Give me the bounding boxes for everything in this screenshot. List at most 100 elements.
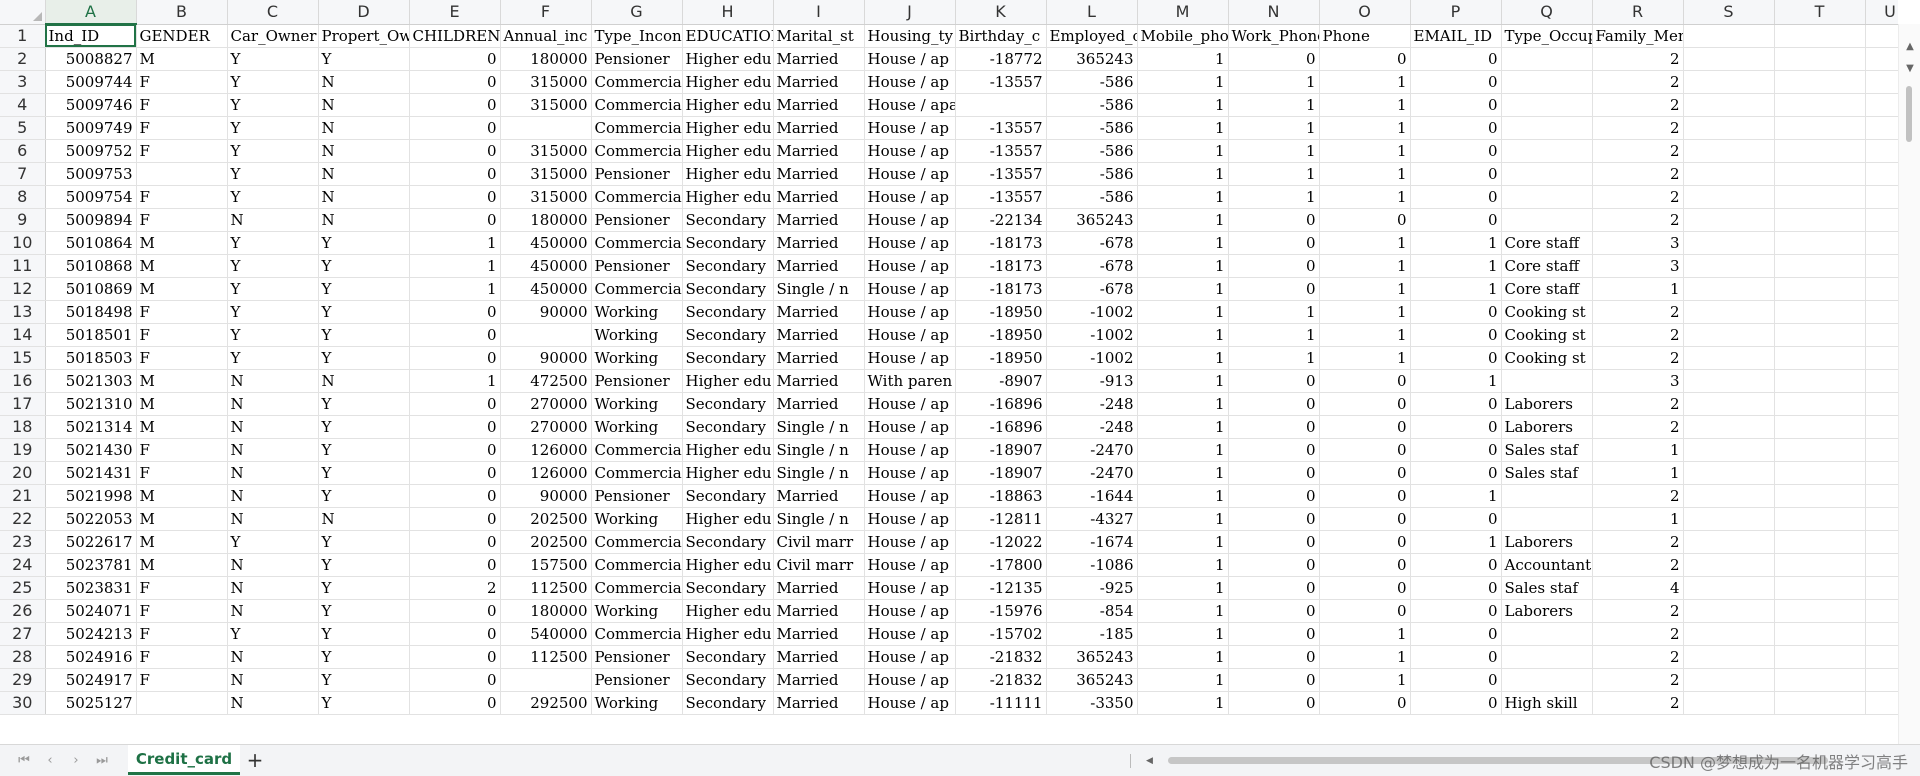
cell-f30[interactable]: 292500	[500, 691, 592, 715]
cell-n3[interactable]: 1	[1228, 70, 1320, 94]
cell-b23[interactable]: M	[136, 530, 228, 554]
scroll-up-icon[interactable]: ▲	[1899, 38, 1920, 56]
cell-b9[interactable]: F	[136, 208, 228, 232]
cell-f19[interactable]: 126000	[500, 438, 592, 462]
cell-j27[interactable]: House / ap	[864, 622, 956, 646]
cell-q23[interactable]: Laborers	[1501, 530, 1593, 554]
cell-r23[interactable]: 2	[1592, 530, 1684, 554]
column-header-s[interactable]: S	[1683, 0, 1775, 25]
column-header-u[interactable]: U	[1865, 0, 1898, 25]
cell-f29[interactable]	[500, 668, 592, 692]
cell-n30[interactable]: 0	[1228, 691, 1320, 715]
cell-c29[interactable]: N	[227, 668, 319, 692]
row-header-24[interactable]: 24	[0, 553, 46, 577]
cell-j15[interactable]: House / ap	[864, 346, 956, 370]
cell-k11[interactable]: -18173	[955, 254, 1047, 278]
cell-o24[interactable]: 0	[1319, 553, 1411, 577]
cell-h24[interactable]: Higher edu	[682, 553, 774, 577]
cell-q26[interactable]: Laborers	[1501, 599, 1593, 623]
cell-t20[interactable]	[1774, 461, 1866, 485]
cell-i5[interactable]: Married	[773, 116, 865, 140]
cell-t18[interactable]	[1774, 415, 1866, 439]
cell-a16[interactable]: 5021303	[45, 369, 137, 393]
cell-p24[interactable]: 0	[1410, 553, 1502, 577]
cell-i2[interactable]: Married	[773, 47, 865, 71]
cell-m4[interactable]: 1	[1137, 93, 1229, 117]
cell-d4[interactable]: N	[318, 93, 410, 117]
cell-n17[interactable]: 0	[1228, 392, 1320, 416]
cell-t3[interactable]	[1774, 70, 1866, 94]
cell-p21[interactable]: 1	[1410, 484, 1502, 508]
cell-o4[interactable]: 1	[1319, 93, 1411, 117]
cell-s8[interactable]	[1683, 185, 1775, 209]
cell-g15[interactable]: Working	[591, 346, 683, 370]
column-header-d[interactable]: D	[318, 0, 410, 25]
cell-t5[interactable]	[1774, 116, 1866, 140]
cell-l28[interactable]: 365243	[1046, 645, 1138, 669]
cell-d17[interactable]: Y	[318, 392, 410, 416]
cell-g17[interactable]: Working	[591, 392, 683, 416]
cell-a22[interactable]: 5022053	[45, 507, 137, 531]
cell-j19[interactable]: House / ap	[864, 438, 956, 462]
cell-l22[interactable]: -4327	[1046, 507, 1138, 531]
cell-h27[interactable]: Higher edu	[682, 622, 774, 646]
cell-h3[interactable]: Higher edu	[682, 70, 774, 94]
cell-m14[interactable]: 1	[1137, 323, 1229, 347]
cell-q29[interactable]	[1501, 668, 1593, 692]
cell-q8[interactable]	[1501, 185, 1593, 209]
cell-o29[interactable]: 1	[1319, 668, 1411, 692]
cell-f22[interactable]: 202500	[500, 507, 592, 531]
row-header-29[interactable]: 29	[0, 668, 46, 692]
cell-g24[interactable]: Commercial	[591, 553, 683, 577]
cell-n27[interactable]: 0	[1228, 622, 1320, 646]
cell-m29[interactable]: 1	[1137, 668, 1229, 692]
cell-f17[interactable]: 270000	[500, 392, 592, 416]
cell-d9[interactable]: N	[318, 208, 410, 232]
cell-m24[interactable]: 1	[1137, 553, 1229, 577]
cell-t2[interactable]	[1774, 47, 1866, 71]
cell-m8[interactable]: 1	[1137, 185, 1229, 209]
cell-e9[interactable]: 0	[409, 208, 501, 232]
cell-o21[interactable]: 0	[1319, 484, 1411, 508]
cell-d27[interactable]: Y	[318, 622, 410, 646]
cell-h25[interactable]: Secondary	[682, 576, 774, 600]
cell-s5[interactable]	[1683, 116, 1775, 140]
cell-e11[interactable]: 1	[409, 254, 501, 278]
cell-q10[interactable]: Core staff	[1501, 231, 1593, 255]
cell-m20[interactable]: 1	[1137, 461, 1229, 485]
cell-m25[interactable]: 1	[1137, 576, 1229, 600]
cell-o5[interactable]: 1	[1319, 116, 1411, 140]
cell-p23[interactable]: 1	[1410, 530, 1502, 554]
row-header-9[interactable]: 9	[0, 208, 46, 232]
cell-o1[interactable]: Phone	[1319, 24, 1411, 48]
cell-s15[interactable]	[1683, 346, 1775, 370]
cell-u5[interactable]	[1865, 116, 1898, 140]
cell-g12[interactable]: Commercial	[591, 277, 683, 301]
cell-a27[interactable]: 5024213	[45, 622, 137, 646]
row-header-16[interactable]: 16	[0, 369, 46, 393]
cell-f8[interactable]: 315000	[500, 185, 592, 209]
row-header-19[interactable]: 19	[0, 438, 46, 462]
cell-p19[interactable]: 0	[1410, 438, 1502, 462]
cell-g9[interactable]: Pensioner	[591, 208, 683, 232]
cell-f2[interactable]: 180000	[500, 47, 592, 71]
cell-p27[interactable]: 0	[1410, 622, 1502, 646]
cell-l3[interactable]: -586	[1046, 70, 1138, 94]
cell-l1[interactable]: Employed_c	[1046, 24, 1138, 48]
cell-b14[interactable]: F	[136, 323, 228, 347]
cell-j7[interactable]: House / ap	[864, 162, 956, 186]
cell-b4[interactable]: F	[136, 93, 228, 117]
row-header-4[interactable]: 4	[0, 93, 46, 117]
cell-m6[interactable]: 1	[1137, 139, 1229, 163]
cell-j11[interactable]: House / ap	[864, 254, 956, 278]
cell-d3[interactable]: N	[318, 70, 410, 94]
cell-h9[interactable]: Secondary	[682, 208, 774, 232]
cell-j16[interactable]: With paren	[864, 369, 956, 393]
cell-g26[interactable]: Working	[591, 599, 683, 623]
cell-u25[interactable]	[1865, 576, 1898, 600]
cell-n22[interactable]: 0	[1228, 507, 1320, 531]
cell-k12[interactable]: -18173	[955, 277, 1047, 301]
cell-u23[interactable]	[1865, 530, 1898, 554]
row-header-21[interactable]: 21	[0, 484, 46, 508]
cell-i29[interactable]: Married	[773, 668, 865, 692]
